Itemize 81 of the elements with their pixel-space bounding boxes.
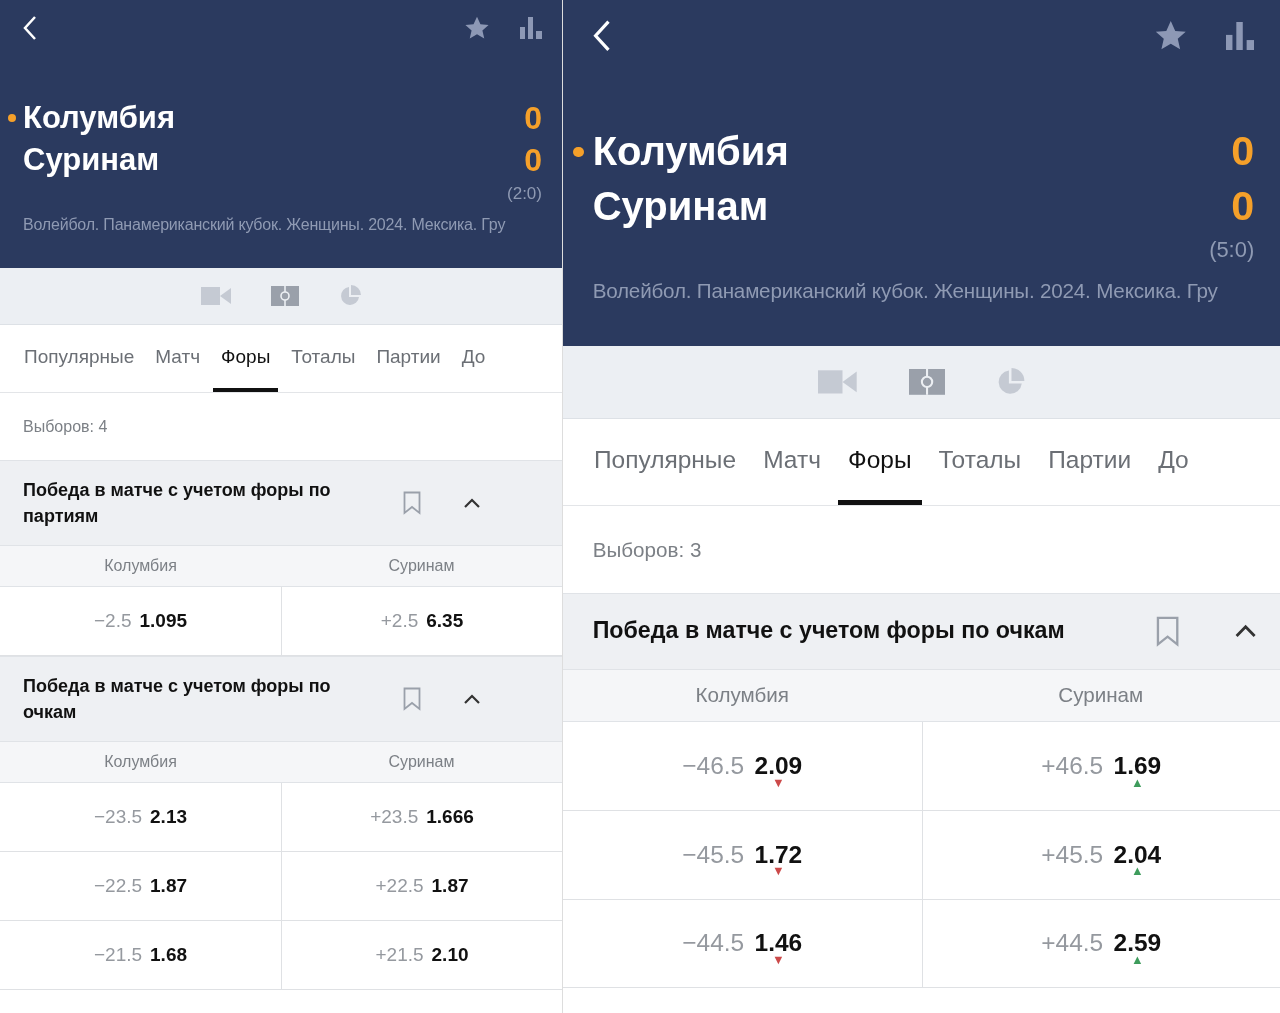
column-header: Колумбия	[104, 557, 177, 575]
score: 0	[524, 99, 542, 138]
bookmark-icon[interactable]	[403, 687, 421, 711]
handicap-value: −21.5	[93, 944, 143, 966]
field-icon[interactable]	[271, 286, 299, 306]
handicap-value: −44.5	[682, 929, 745, 958]
bar-chart-icon[interactable]	[1225, 21, 1255, 51]
handicap-value: +46.5	[1041, 752, 1104, 781]
score: 0	[1231, 127, 1255, 177]
odds-value[interactable]: 2.13	[150, 806, 188, 827]
odds-value[interactable]: 1.72	[754, 840, 803, 868]
tab[interactable]: Форы	[213, 325, 279, 392]
tab[interactable]: Популярные	[583, 418, 747, 506]
market-title: Победа в матче с учетом форы по партиям	[23, 479, 332, 528]
back-icon[interactable]	[23, 15, 37, 41]
odds-value[interactable]: 1.87	[150, 875, 188, 896]
odds-change-mark: ▼	[772, 954, 785, 967]
handicap-value: +45.5	[1041, 840, 1104, 869]
odds-value[interactable]: 2.10	[431, 944, 469, 965]
column-header: Суринам	[1058, 683, 1144, 708]
market-header[interactable]: Победа в матче с учетом форы по очкам	[563, 592, 1280, 670]
star-icon[interactable]	[464, 15, 490, 41]
selection-count: Выборов: 4	[23, 417, 108, 436]
tab[interactable]: Тоталы	[928, 418, 1032, 506]
market-title: Победа в матче с учетом форы по очкам	[23, 675, 332, 724]
tab[interactable]: Форы	[837, 418, 922, 506]
back-icon[interactable]	[592, 19, 611, 53]
column-header: Колумбия	[695, 683, 790, 708]
tab[interactable]: До	[453, 325, 494, 392]
handicap-value: −22.5	[93, 875, 143, 897]
chevron-icon[interactable]	[463, 693, 481, 705]
odds-change-mark: ▲	[1131, 954, 1144, 967]
handicap-value: +23.5	[370, 806, 419, 828]
odds-value[interactable]: 1.68	[150, 944, 188, 965]
odds-change-mark: ▼	[772, 865, 785, 879]
selection-count: Выборов: 3	[592, 537, 702, 562]
field-icon[interactable]	[908, 368, 945, 395]
odds-value[interactable]: 1.87	[431, 875, 469, 896]
market-header[interactable]: Победа в матче с учетом форы по очкам	[0, 656, 562, 742]
odds-value[interactable]: 1.46	[754, 929, 803, 957]
column-header: Колумбия	[104, 753, 177, 771]
handicap-value: +22.5	[375, 875, 424, 897]
tab[interactable]: Партии	[368, 325, 449, 392]
league-name: Волейбол. Панамериканский кубок. Женщины. 2024. Мексика. Гру	[592, 278, 1218, 303]
odds-value[interactable]: 6.35	[426, 610, 464, 631]
handicap-value: −2.5	[93, 610, 132, 632]
tab[interactable]: Матч	[147, 325, 209, 392]
bookmark-icon[interactable]	[1156, 615, 1180, 647]
market-title: Победа в матче с учетом форы по очкам	[592, 616, 1066, 646]
league-name: Волейбол. Панамериканский кубок. Женщины. 2024. Мексика. Гру	[23, 216, 506, 234]
odds-value[interactable]: 2.59	[1113, 929, 1162, 957]
bar-chart-icon[interactable]	[520, 17, 542, 39]
market-header[interactable]: Победа в матче с учетом форы по партиям	[0, 460, 562, 546]
bookmark-icon[interactable]	[403, 491, 421, 515]
odds-value[interactable]: 2.04	[1113, 840, 1162, 868]
score: 0	[524, 141, 542, 180]
tab[interactable]: До	[1147, 418, 1200, 506]
team-name: Суринам	[23, 141, 161, 179]
odds-change-mark: ▲	[1131, 865, 1144, 879]
handicap-value: −45.5	[682, 840, 745, 869]
handicap-value: −46.5	[682, 752, 745, 781]
chevron-icon[interactable]	[463, 497, 481, 509]
tab[interactable]: Партии	[1037, 418, 1142, 506]
handicap-value: +21.5	[375, 944, 424, 966]
odds-value[interactable]: 1.666	[426, 806, 474, 827]
handicap-value: +44.5	[1041, 929, 1104, 958]
team-name: Колумбия	[23, 98, 525, 138]
odds-value[interactable]: 1.095	[139, 610, 188, 631]
tab[interactable]: Матч	[752, 418, 832, 506]
tab[interactable]: Тоталы	[283, 325, 364, 392]
column-header: Суринам	[388, 557, 455, 575]
handicap-value: −23.5	[93, 806, 143, 828]
team-name: Колумбия	[592, 126, 1232, 178]
team-name: Суринам	[592, 182, 770, 230]
set-score: (2:0)	[507, 184, 542, 203]
column-header: Суринам	[388, 753, 455, 771]
score: 0	[1231, 181, 1255, 231]
set-score: (5:0)	[1209, 237, 1255, 263]
chevron-icon[interactable]	[1233, 623, 1257, 639]
tab[interactable]: Популярные	[16, 325, 143, 392]
handicap-value: +2.5	[380, 610, 419, 632]
